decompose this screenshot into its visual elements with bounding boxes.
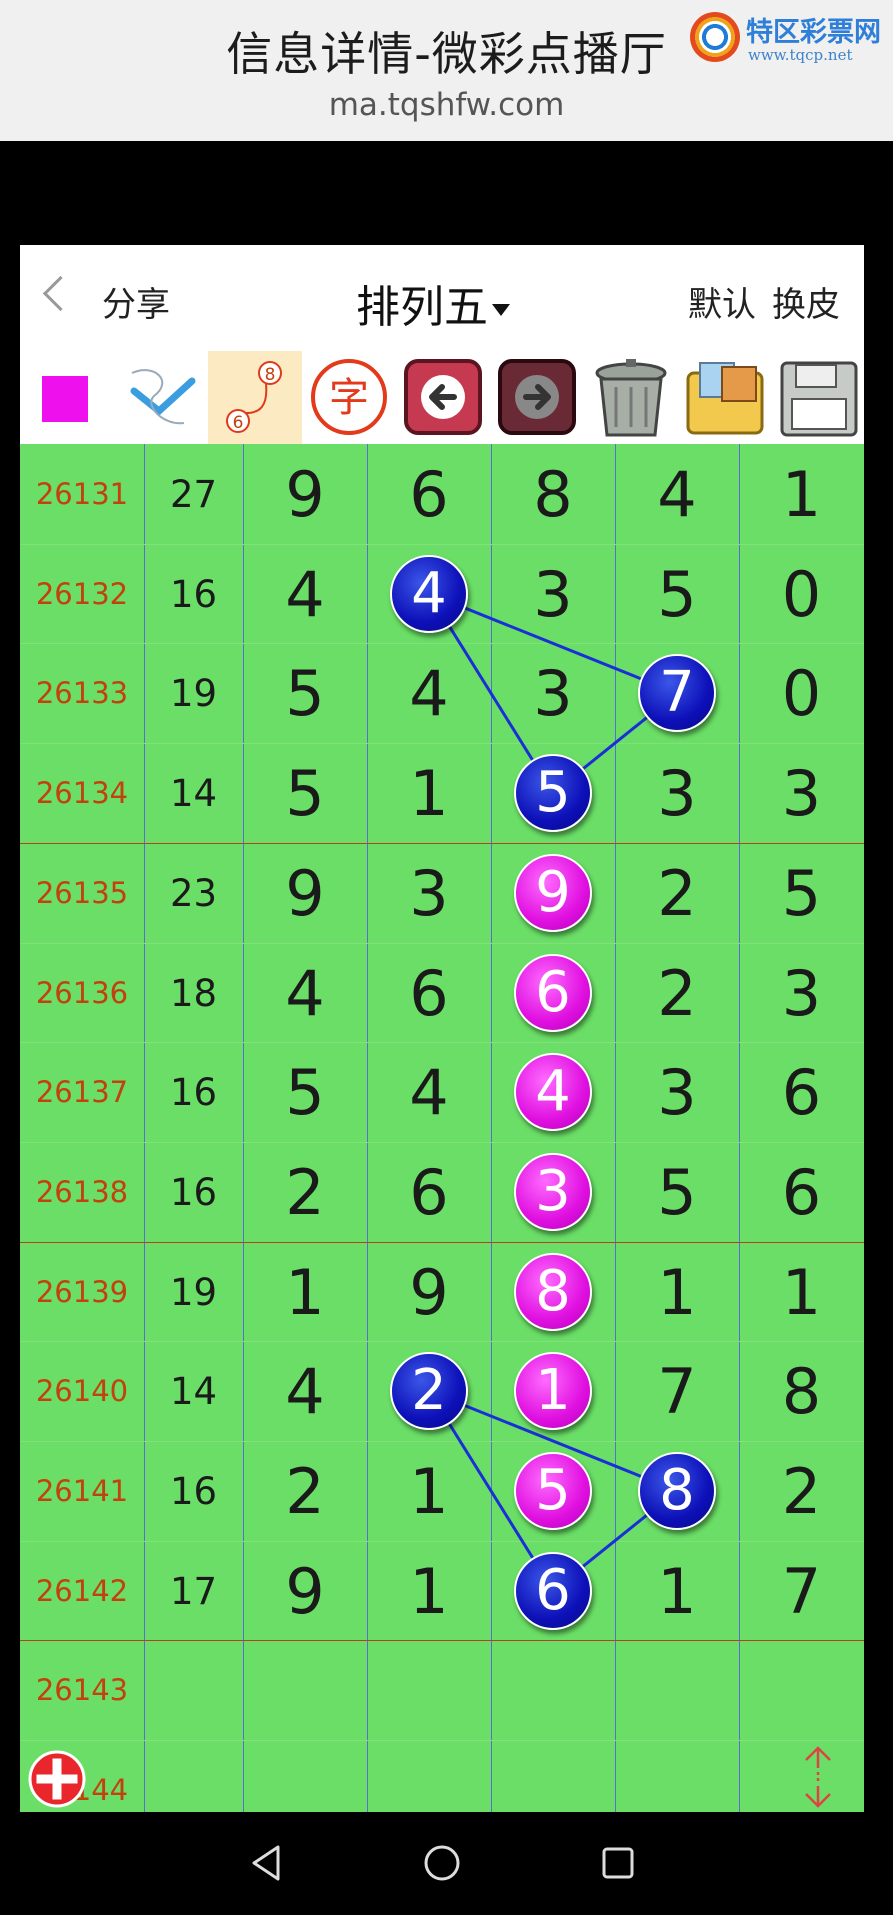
pen-check-icon <box>130 369 196 425</box>
system-navigation-bar <box>0 1812 893 1915</box>
site-logo: 特区彩票网 www.tqcp.net <box>690 10 890 70</box>
blue-ball-digit[interactable]: 4 <box>390 554 468 633</box>
ball-connector-lines <box>425 590 680 1593</box>
default-button[interactable]: 默认 <box>688 277 756 326</box>
trash-icon <box>595 359 667 437</box>
pink-ball-digit[interactable]: 1 <box>514 1351 592 1430</box>
logo-swirl-icon <box>690 12 740 62</box>
line-draw-icon: 8 6 <box>226 361 282 433</box>
share-button[interactable]: 分享 <box>102 277 170 326</box>
redo-button[interactable] <box>490 351 584 444</box>
blue-ball-digit[interactable]: 6 <box>514 1551 592 1630</box>
svg-text:字: 字 <box>329 375 369 421</box>
character-tool[interactable]: 字 <box>302 351 396 444</box>
pink-ball-digit[interactable]: 9 <box>514 853 592 932</box>
blue-ball-digit[interactable]: 2 <box>390 1351 468 1430</box>
blue-ball-digit[interactable]: 7 <box>638 653 716 732</box>
photos-button[interactable] <box>678 351 772 444</box>
home-circle-icon[interactable] <box>422 1843 462 1883</box>
back-triangle-icon[interactable] <box>246 1843 286 1883</box>
blue-ball-digit[interactable]: 5 <box>514 753 592 832</box>
logo-text: 特区彩票网 <box>746 17 881 48</box>
dropdown-caret-icon <box>492 304 510 316</box>
clear-button[interactable] <box>584 351 678 444</box>
svg-text:6: 6 <box>233 413 244 433</box>
pink-ball-digit[interactable]: 5 <box>514 1451 592 1530</box>
blue-ball-digit[interactable]: 8 <box>638 1451 716 1530</box>
logo-subtext: www.tqcp.net <box>748 46 853 64</box>
add-plus-icon[interactable] <box>28 1750 86 1808</box>
expand-vertical-icon[interactable] <box>798 1744 838 1810</box>
undo-button[interactable] <box>396 351 490 444</box>
pink-ball-digit[interactable]: 3 <box>514 1152 592 1231</box>
line-draw-tool[interactable]: 8 6 <box>208 351 302 444</box>
recents-square-icon[interactable] <box>598 1843 638 1883</box>
save-disk-icon <box>780 361 858 437</box>
app-header: 分享 排列五 默认 换皮 <box>20 245 864 352</box>
site-header-bar: 信息详情-微彩点播厅 ma.tqshfw.com 特区彩票网 www.tqcp.… <box>0 0 893 141</box>
draw-history-grid[interactable]: 26131 27 9 6 8 4 1 26132 16 4 3 5 0 26133 19 5 4 3 0 26134 1… <box>20 444 864 1812</box>
site-url: ma.tqshfw.com <box>328 87 565 123</box>
back-chevron-icon[interactable] <box>42 275 79 312</box>
pink-ball-digit[interactable]: 6 <box>514 953 592 1032</box>
drawing-toolbar: 8 6 字 <box>20 351 864 444</box>
svg-text:8: 8 <box>265 365 276 385</box>
character-icon: 字 <box>311 359 387 435</box>
save-button[interactable] <box>772 351 864 444</box>
pen-check-tool[interactable] <box>114 351 208 444</box>
photos-icon <box>686 362 764 435</box>
color-swatch-button[interactable] <box>20 351 114 444</box>
pink-ball-digit[interactable]: 4 <box>514 1052 592 1131</box>
change-skin-button[interactable]: 换皮 <box>772 277 840 326</box>
color-swatch-icon <box>42 376 88 422</box>
forward-arrow-icon <box>498 359 576 435</box>
pink-ball-digit[interactable]: 8 <box>514 1252 592 1331</box>
lottery-type-label: 排列五 <box>356 282 488 333</box>
back-arrow-icon <box>404 359 482 435</box>
lottery-type-selector[interactable]: 排列五 <box>356 271 510 335</box>
app-panel: 分享 排列五 默认 换皮 8 6 字 26131 27 9 6 8 4 1 26… <box>20 245 864 1812</box>
